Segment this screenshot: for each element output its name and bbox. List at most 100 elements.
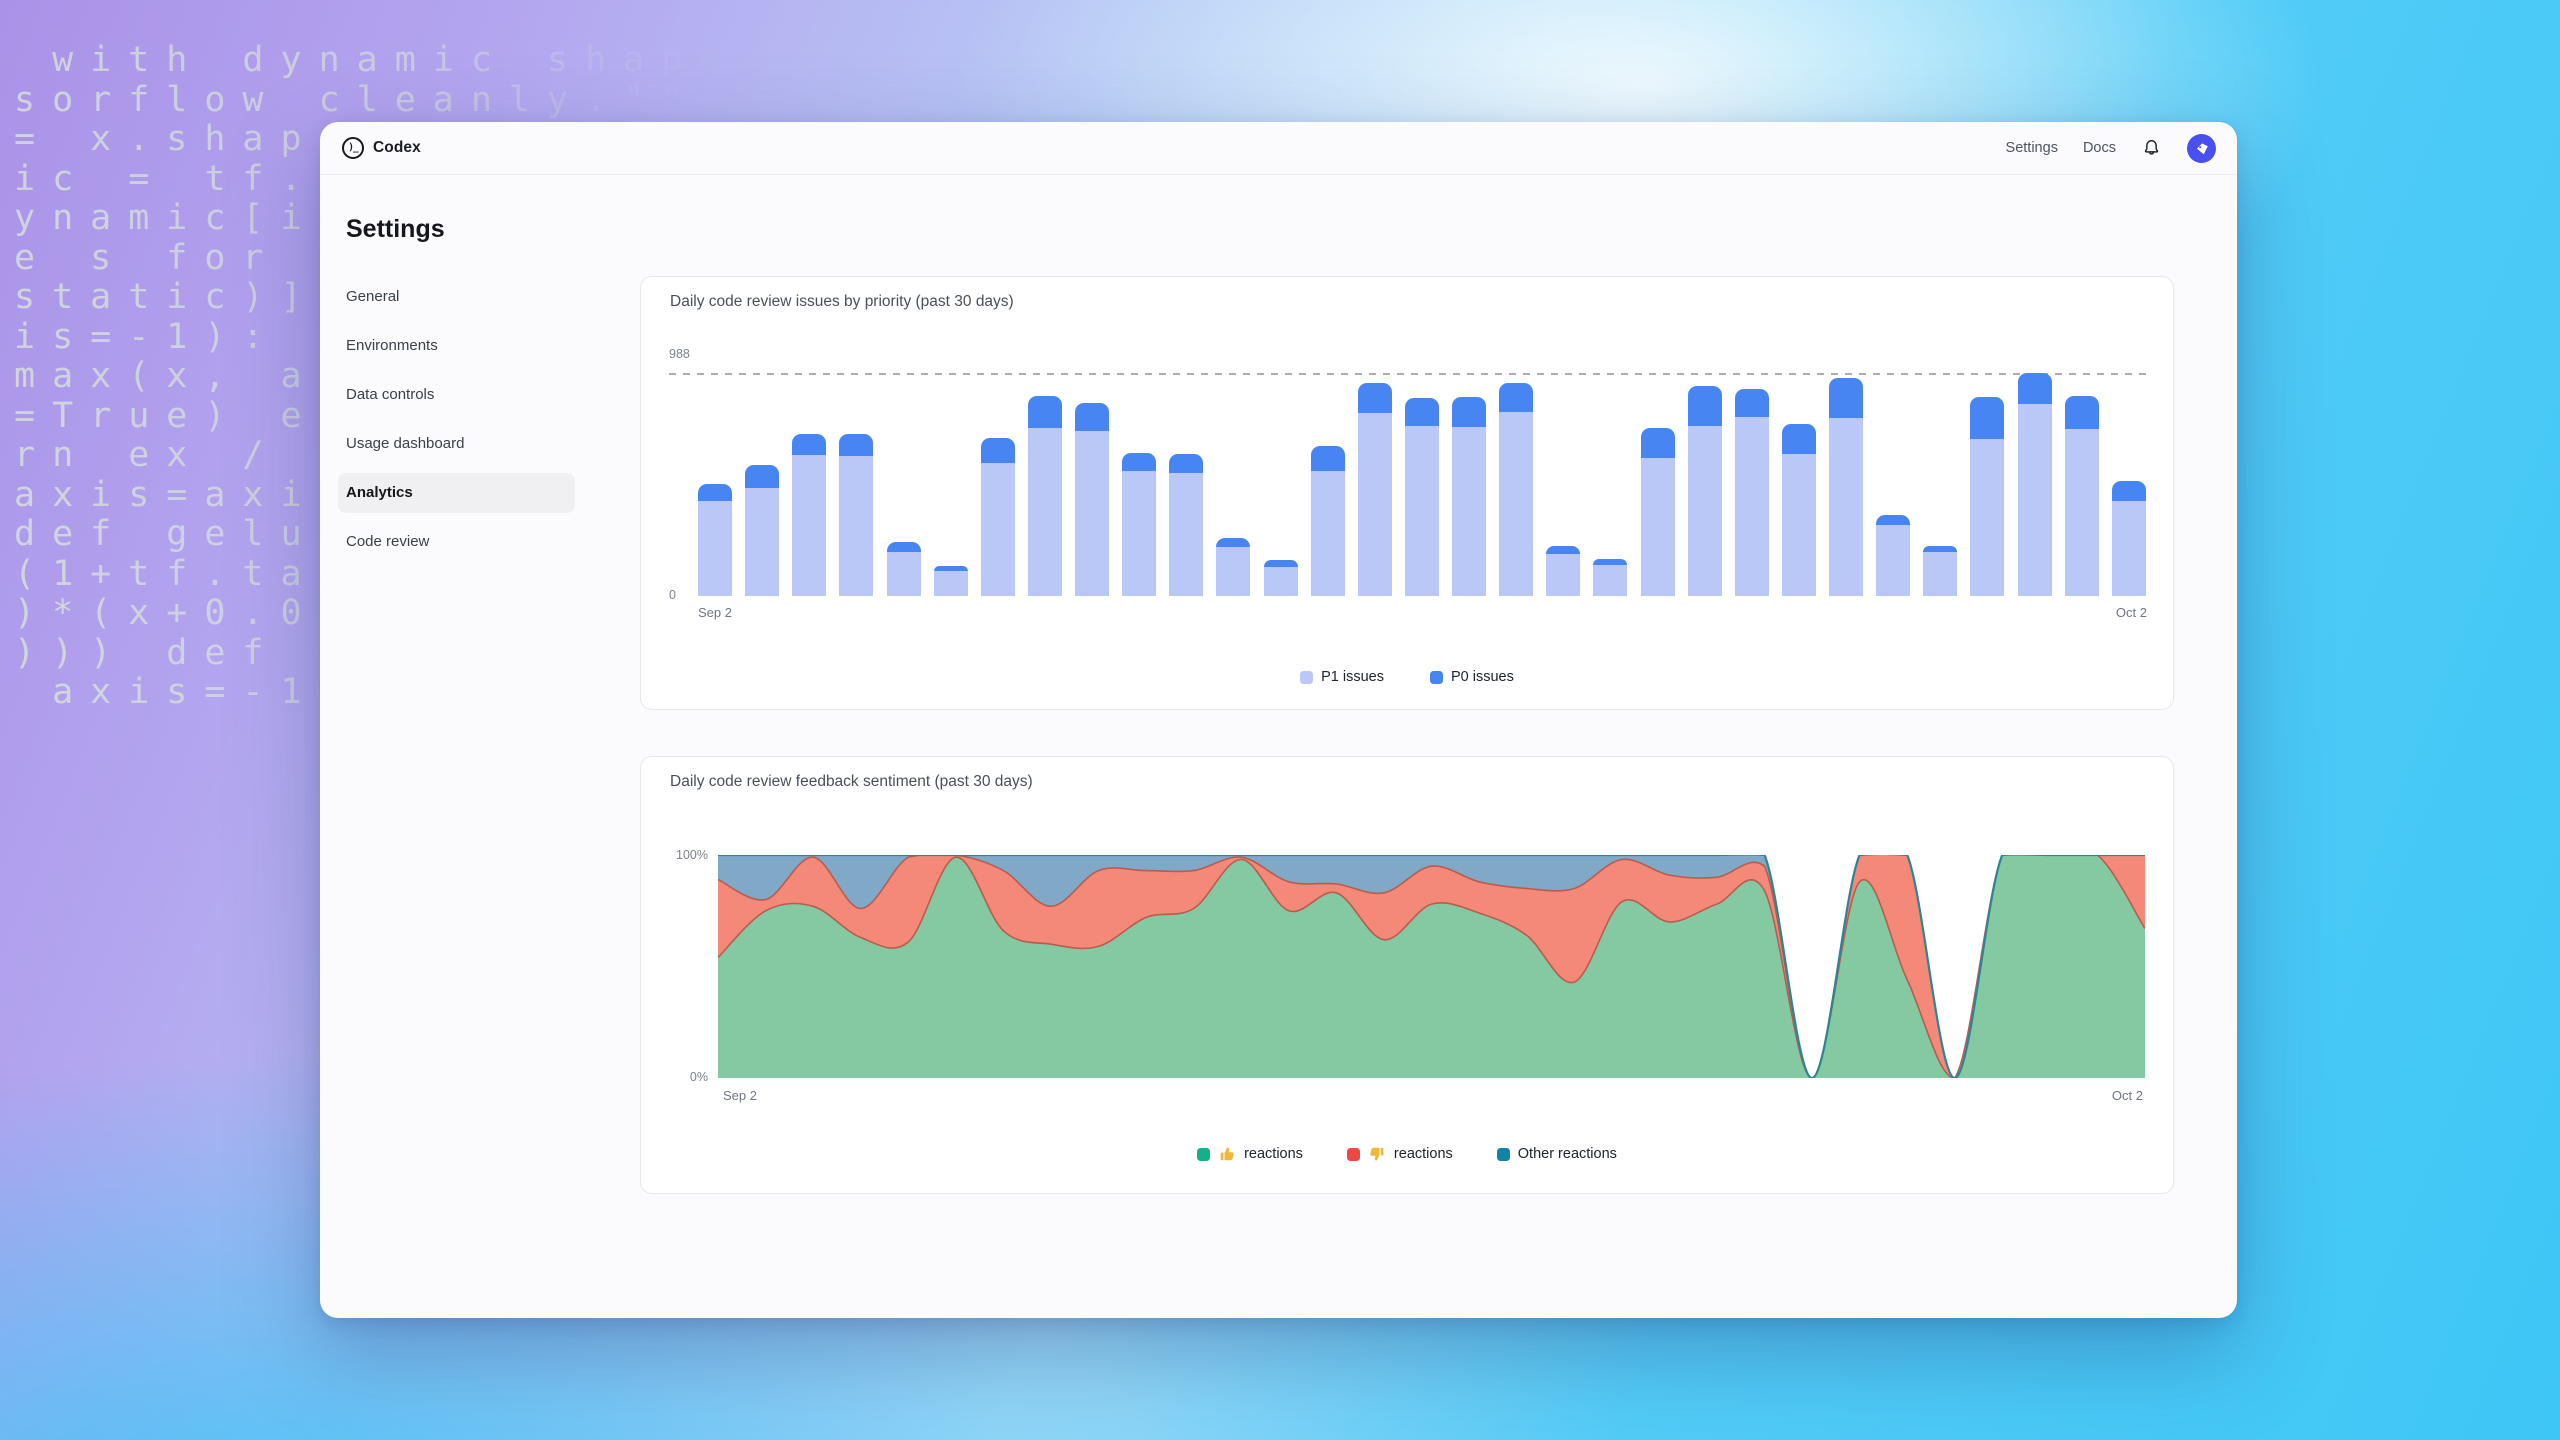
p1-segment [839, 456, 873, 596]
nav-link-docs[interactable]: Docs [2083, 140, 2116, 156]
y-axis-max-label: 988 [669, 347, 690, 361]
y-axis-0-label: 0% [641, 1070, 708, 1084]
p0-segment [887, 542, 921, 552]
legend-label: reactions [1244, 1146, 1303, 1162]
bar-day-24 [1829, 378, 1863, 596]
stacked-bar-plot [698, 373, 2146, 596]
p0-segment [1311, 446, 1345, 471]
p1-segment [792, 455, 826, 597]
p0-segment [1169, 454, 1203, 473]
user-avatar[interactable] [2187, 134, 2216, 163]
p0-segment [1876, 515, 1910, 525]
p0-segment [792, 434, 826, 455]
thumbs-up-emoji [1218, 1145, 1236, 1163]
p0-segment [1970, 397, 2004, 439]
settings-sidebar: GeneralEnvironmentsData controlsUsage da… [338, 272, 578, 566]
bar-day-7 [1028, 396, 1062, 596]
p1-segment [1169, 473, 1203, 597]
bar-day-27 [1970, 397, 2004, 596]
p1-segment [1641, 458, 1675, 596]
nav-link-settings[interactable]: Settings [2006, 140, 2058, 156]
legend-label: reactions [1394, 1146, 1453, 1162]
p1-segment [1405, 426, 1439, 596]
p0-segment [1452, 397, 1486, 426]
bar-day-9 [1122, 453, 1156, 597]
p1-segment [1122, 471, 1156, 596]
issues-legend: P1 issues P0 issues [641, 669, 2173, 685]
bar-day-20 [1641, 428, 1675, 596]
p1-segment [1735, 417, 1769, 596]
bar-day-18 [1546, 546, 1580, 596]
p1-segment [2018, 404, 2052, 596]
p1-segment [1216, 547, 1250, 596]
page-title: Settings [346, 215, 445, 244]
bar-day-1 [745, 465, 779, 596]
p1-segment [1546, 554, 1580, 596]
legend-label: P1 issues [1321, 669, 1384, 685]
p1-segment [1028, 428, 1062, 596]
sidebar-item-data-controls[interactable]: Data controls [338, 370, 575, 419]
bar-day-2 [792, 434, 826, 597]
bar-day-6 [981, 438, 1015, 596]
p0-segment [745, 465, 779, 488]
p1-segment [1829, 418, 1863, 596]
brand-name: Codex [373, 139, 421, 157]
legend-item-other-reactions: Other reactions [1497, 1146, 1617, 1162]
codex-terminal-logo-icon: )_ [342, 137, 364, 159]
p0-segment [1358, 383, 1392, 413]
brand-home-link[interactable]: )_ Codex [342, 137, 421, 159]
stacked-area-plot [718, 855, 2145, 1078]
issues-chart-card: Daily code review issues by priority (pa… [640, 276, 2174, 710]
p1-segment [1264, 567, 1298, 596]
p0-segment [839, 434, 873, 455]
bar-day-22 [1735, 389, 1769, 596]
p1-segment [887, 552, 921, 597]
p1-segment [1311, 471, 1345, 596]
p0-segment [1075, 403, 1109, 431]
p0-segment [1829, 378, 1863, 418]
p0-segment [1735, 389, 1769, 417]
p1-segment [698, 501, 732, 596]
sidebar-item-code-review[interactable]: Code review [338, 517, 575, 566]
p0-segment [2018, 373, 2052, 404]
notifications-bell-icon[interactable] [2141, 138, 2162, 159]
p1-segment [1688, 426, 1722, 596]
p1-segment [1782, 454, 1816, 596]
bar-day-23 [1782, 424, 1816, 596]
sidebar-item-general[interactable]: General [338, 272, 575, 321]
p1-segment [2112, 501, 2146, 596]
legend-item-thumbs-down-emoji: reactions [1347, 1145, 1453, 1163]
p1-segment [934, 571, 968, 596]
bar-day-12 [1264, 560, 1298, 596]
bar-day-4 [887, 542, 921, 596]
bar-day-11 [1216, 538, 1250, 596]
issues-chart-title: Daily code review issues by priority (pa… [670, 293, 1014, 311]
legend-item-p1-issues: P1 issues [1300, 669, 1384, 685]
p1-segment [1593, 565, 1627, 596]
p0-segment [1122, 453, 1156, 472]
app-card: )_ Codex Settings Docs Settings GeneralE… [320, 122, 2237, 1318]
bar-day-19 [1593, 559, 1627, 596]
app-header: )_ Codex Settings Docs [320, 122, 2237, 175]
bar-day-30 [2112, 481, 2146, 596]
sentiment-chart-title: Daily code review feedback sentiment (pa… [670, 773, 1033, 791]
p0-segment [1028, 396, 1062, 428]
p1-segment [1876, 525, 1910, 596]
legend-label: P0 issues [1451, 669, 1514, 685]
p1-segment [745, 488, 779, 596]
p1-segment [1075, 431, 1109, 596]
legend-swatch [1497, 1148, 1510, 1161]
bar-day-21 [1688, 386, 1722, 596]
sidebar-item-analytics[interactable]: Analytics [338, 473, 575, 513]
p1-segment [1452, 427, 1486, 596]
bar-day-10 [1169, 454, 1203, 597]
legend-swatch [1430, 671, 1443, 684]
sidebar-item-usage-dashboard[interactable]: Usage dashboard [338, 419, 575, 468]
p0-segment [1499, 383, 1533, 411]
legend-item-thumbs-up-emoji: reactions [1197, 1145, 1303, 1163]
bar-day-26 [1923, 546, 1957, 596]
legend-swatch [1300, 671, 1313, 684]
sidebar-item-environments[interactable]: Environments [338, 321, 575, 370]
p1-segment [1358, 413, 1392, 596]
bar-day-16 [1452, 397, 1486, 596]
